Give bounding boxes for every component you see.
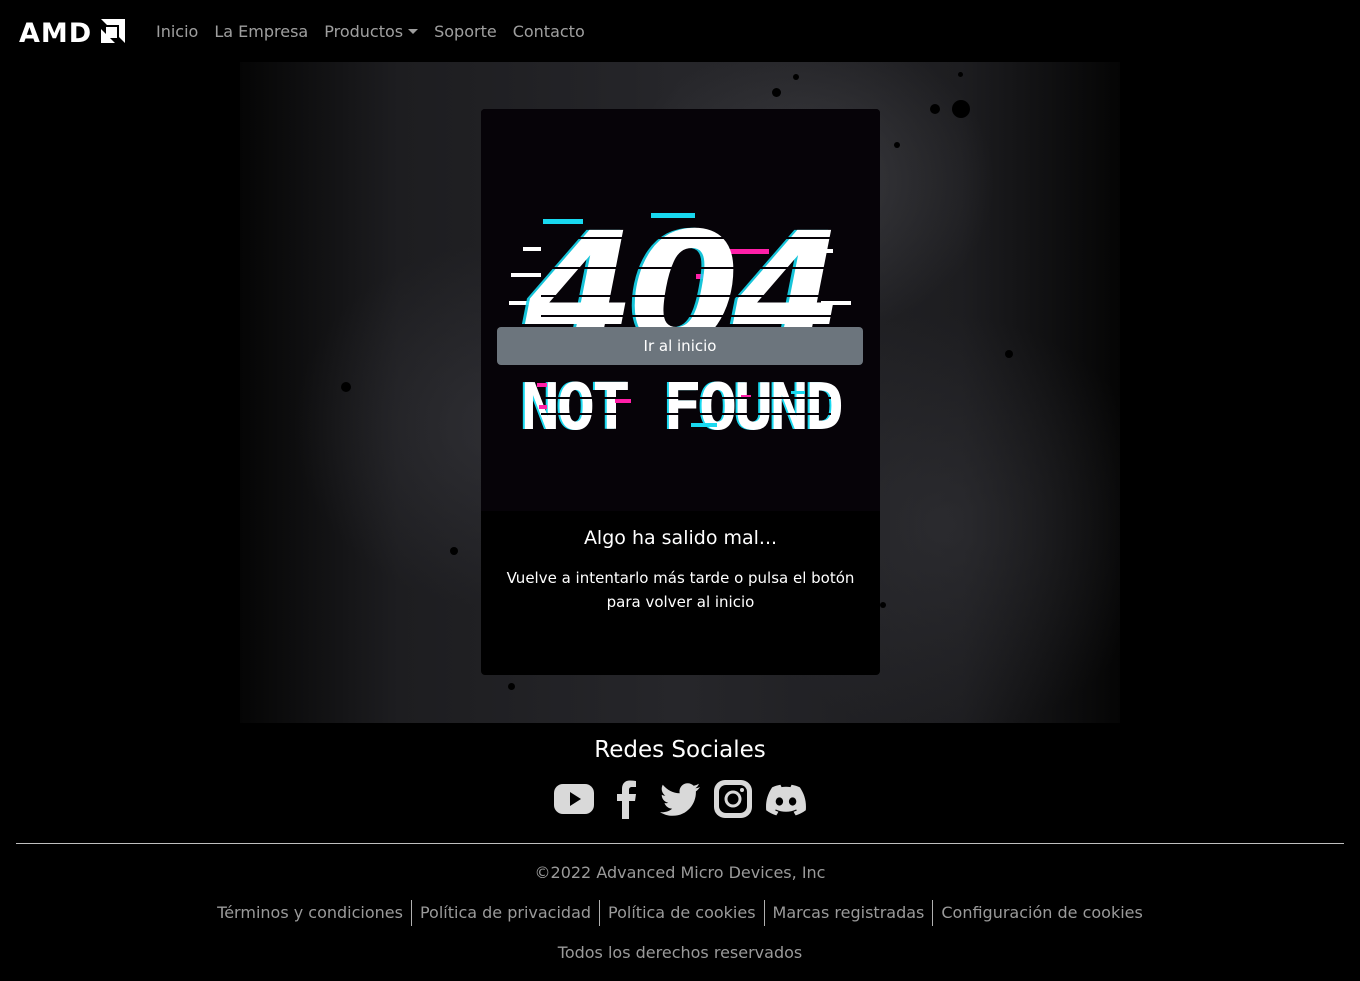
facebook-icon[interactable] [607,779,647,819]
social-title: Redes Sociales [594,737,766,763]
svg-text:AMD: AMD [19,18,92,45]
rights-text: Todos los derechos reservados [557,943,803,962]
nav-productos-label: Productos [324,21,404,41]
youtube-icon[interactable] [554,779,594,819]
not-found-image: 404 404 NOT FOUND NOT FOUND [481,109,880,511]
error-title: Algo ha salido mal... [583,527,778,549]
footer-link-marcas[interactable]: Marcas registradas [765,900,933,926]
nav-productos-dropdown[interactable]: Productos [316,22,426,41]
footer-divider [16,843,1344,844]
navbar: AMD Inicio La Empresa Productos Soporte … [0,0,1360,62]
nav-links: Inicio La Empresa Productos Soporte Cont… [148,0,593,62]
footer-link-terminos[interactable]: Términos y condiciones [209,900,411,926]
caret-down-icon [408,28,419,34]
footer-link-cookies[interactable]: Política de cookies [600,900,764,926]
copyright-text: ©2022 Advanced Micro Devices, Inc [534,863,826,882]
go-home-button[interactable]: Ir al inicio [497,327,863,365]
twitter-icon[interactable] [660,779,700,819]
error-card: 404 404 NOT FOUND NOT FOUND Algo ha sali… [481,109,880,675]
card-body: Algo ha salido mal... Vuelve a intentarl… [481,511,880,675]
legal-links: Términos y condiciones Política de priva… [0,900,1360,926]
nav-contacto[interactable]: Contacto [505,22,593,41]
svg-text:NOT FOUND: NOT FOUND [521,371,841,445]
error-message: Vuelve a intentarlo más tarde o pulsa el… [506,569,855,611]
nav-soporte[interactable]: Soporte [426,22,505,41]
glitch-404-graphic: 404 404 NOT FOUND NOT FOUND [509,199,851,445]
footer-link-privacidad[interactable]: Política de privacidad [412,900,599,926]
nav-inicio[interactable]: Inicio [148,22,206,41]
footer-link-config-cookies[interactable]: Configuración de cookies [933,900,1150,926]
nav-la-empresa[interactable]: La Empresa [206,22,316,41]
instagram-icon[interactable] [713,779,753,819]
discord-icon[interactable] [766,779,806,819]
social-icons [0,779,1360,819]
amd-logo[interactable]: AMD [19,17,127,45]
